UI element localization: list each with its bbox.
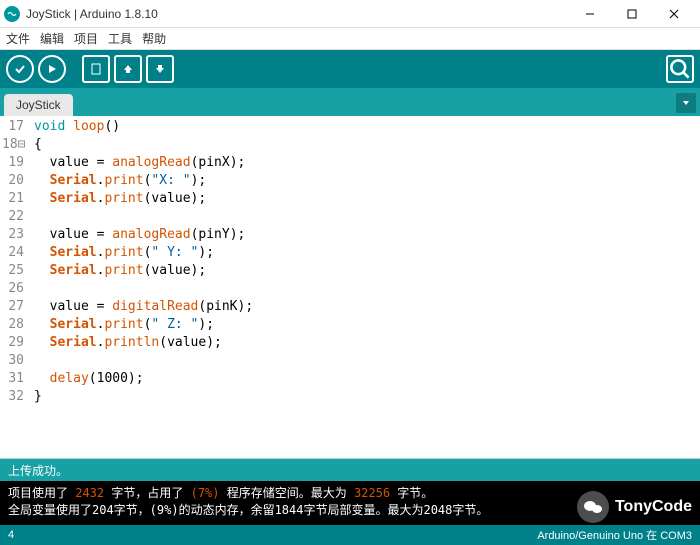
code-line[interactable]: Serial.print(" Z: "); bbox=[34, 316, 696, 334]
menu-tools[interactable]: 工具 bbox=[108, 30, 132, 47]
line-number: 26 bbox=[2, 280, 24, 298]
code-line[interactable] bbox=[34, 208, 696, 226]
line-number: 21 bbox=[2, 190, 24, 208]
watermark: TonyCode bbox=[577, 491, 692, 523]
code-line[interactable]: Serial.print(value); bbox=[34, 190, 696, 208]
wechat-icon bbox=[577, 491, 609, 523]
line-number: 19 bbox=[2, 154, 24, 172]
open-button[interactable] bbox=[114, 55, 142, 83]
tab-joystick[interactable]: JoyStick bbox=[4, 94, 73, 116]
code-line[interactable] bbox=[34, 280, 696, 298]
line-number: 29 bbox=[2, 334, 24, 352]
line-number: 30 bbox=[2, 352, 24, 370]
code-line[interactable]: Serial.print(" Y: "); bbox=[34, 244, 696, 262]
line-number: 28 bbox=[2, 316, 24, 334]
menu-file[interactable]: 文件 bbox=[6, 30, 30, 47]
code-editor[interactable]: 1718⊟1920212223242526272829303132 void l… bbox=[0, 116, 700, 459]
footer-bar: 4 Arduino/Genuino Uno 在 COM3 bbox=[0, 525, 700, 545]
tab-menu-button[interactable] bbox=[676, 93, 696, 113]
line-number: 22 bbox=[2, 208, 24, 226]
line-number: 17 bbox=[2, 118, 24, 136]
menubar: 文件 编辑 项目 工具 帮助 bbox=[0, 28, 700, 50]
code-line[interactable]: value = analogRead(pinY); bbox=[34, 226, 696, 244]
titlebar: JoyStick | Arduino 1.8.10 bbox=[0, 0, 700, 28]
line-number: 18⊟ bbox=[2, 136, 24, 154]
code-line[interactable]: value = analogRead(pinX); bbox=[34, 154, 696, 172]
line-number: 31 bbox=[2, 370, 24, 388]
verify-button[interactable] bbox=[6, 55, 34, 83]
menu-sketch[interactable]: 项目 bbox=[74, 30, 98, 47]
line-number: 23 bbox=[2, 226, 24, 244]
code-line[interactable]: Serial.print(value); bbox=[34, 262, 696, 280]
status-bar: 上传成功。 bbox=[0, 459, 700, 481]
line-number: 24 bbox=[2, 244, 24, 262]
watermark-text: TonyCode bbox=[615, 498, 692, 516]
code-line[interactable]: value = digitalRead(pinK); bbox=[34, 298, 696, 316]
code-line[interactable]: { bbox=[34, 136, 696, 154]
close-button[interactable] bbox=[660, 4, 688, 24]
minimize-button[interactable] bbox=[576, 4, 604, 24]
code-line[interactable] bbox=[34, 352, 696, 370]
code-line[interactable]: delay(1000); bbox=[34, 370, 696, 388]
code-line[interactable]: void loop() bbox=[34, 118, 696, 136]
toolbar bbox=[0, 50, 700, 88]
footer-left: 4 bbox=[8, 529, 14, 541]
code-line[interactable]: Serial.print("X: "); bbox=[34, 172, 696, 190]
save-button[interactable] bbox=[146, 55, 174, 83]
status-message: 上传成功。 bbox=[8, 462, 68, 479]
line-number: 32 bbox=[2, 388, 24, 406]
line-number: 27 bbox=[2, 298, 24, 316]
tab-bar: JoyStick bbox=[0, 88, 700, 116]
menu-help[interactable]: 帮助 bbox=[142, 30, 166, 47]
code-line[interactable]: Serial.println(value); bbox=[34, 334, 696, 352]
footer-board-info: Arduino/Genuino Uno 在 COM3 bbox=[537, 527, 692, 543]
maximize-button[interactable] bbox=[618, 4, 646, 24]
code-area[interactable]: void loop(){ value = analogRead(pinX); S… bbox=[30, 116, 700, 458]
window-title: JoyStick | Arduino 1.8.10 bbox=[26, 7, 576, 21]
line-number: 25 bbox=[2, 262, 24, 280]
app-icon bbox=[4, 6, 20, 22]
serial-monitor-button[interactable] bbox=[666, 55, 694, 83]
upload-button[interactable] bbox=[38, 55, 66, 83]
code-line[interactable]: } bbox=[34, 388, 696, 406]
line-gutter: 1718⊟1920212223242526272829303132 bbox=[0, 116, 30, 458]
menu-edit[interactable]: 编辑 bbox=[40, 30, 64, 47]
line-number: 20 bbox=[2, 172, 24, 190]
new-sketch-button[interactable] bbox=[82, 55, 110, 83]
